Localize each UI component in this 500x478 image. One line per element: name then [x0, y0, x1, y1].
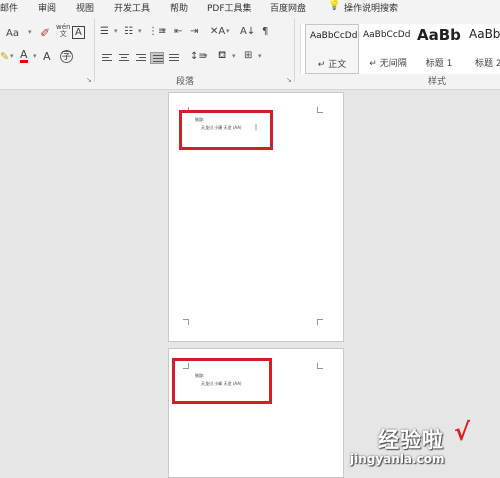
chevron-down-icon[interactable]: ▾ — [162, 27, 166, 35]
paragraph-group-label: 段落 — [176, 77, 195, 87]
borders-icon[interactable]: ⊞ — [244, 50, 252, 61]
style-preview: AaBbCcDd — [310, 31, 358, 41]
style-name: ↵ 无间隔 — [369, 59, 407, 69]
style-name: 标题 2 — [475, 59, 500, 69]
margin-corner — [317, 107, 323, 113]
checkmark-icon: √ — [454, 418, 471, 446]
chevron-down-icon[interactable]: ▾ — [114, 27, 118, 35]
chevron-down-icon[interactable]: ▾ — [33, 52, 37, 60]
shading-bucket-icon[interactable]: ⛾ — [218, 50, 226, 63]
style-heading-1[interactable]: AaBb 标题 1 — [417, 24, 461, 74]
highlight-box — [179, 110, 273, 150]
menu-bar: 邮件 审阅 视图 开发工具 帮助 PDF工具集 百度网盘 💡 操作说明搜索 — [0, 0, 500, 14]
highlight-pen-icon[interactable]: ✎ — [0, 50, 9, 63]
chinese-layout-icon[interactable]: ✕A — [210, 26, 225, 37]
char-border-button[interactable]: A — [72, 26, 85, 39]
chevron-down-icon[interactable]: ▾ — [28, 28, 32, 36]
style-preview: AaBbCcDd — [363, 30, 411, 40]
menu-pdf-tools[interactable]: PDF工具集 — [207, 1, 252, 14]
style-heading-2[interactable]: AaBbC 标题 2 — [465, 24, 500, 74]
show-marks-icon[interactable]: ¶ — [262, 26, 268, 37]
chevron-down-icon[interactable]: ▾ — [232, 52, 236, 60]
char-shading-icon[interactable]: A — [43, 50, 51, 63]
menu-review[interactable]: 审阅 — [38, 1, 56, 14]
chevron-down-icon[interactable]: ▾ — [138, 27, 142, 35]
style-name: 标题 1 — [425, 59, 453, 69]
margin-corner — [317, 363, 323, 369]
style-normal[interactable]: AaBbCcDd ↵ 正文 — [305, 24, 359, 74]
align-center-button[interactable] — [117, 52, 131, 64]
phonetic-guide-button[interactable]: wén 文 — [56, 24, 70, 38]
style-preview: AaBbC — [469, 27, 500, 41]
menu-view[interactable]: 视图 — [76, 1, 94, 14]
font-color-button[interactable]: A — [20, 49, 28, 63]
chevron-down-icon[interactable]: ▾ — [258, 52, 262, 60]
font-dialog-launcher-icon[interactable]: ↘ — [86, 76, 92, 84]
align-right-button[interactable] — [134, 52, 148, 64]
enclose-char-icon[interactable]: 字 — [60, 50, 73, 63]
style-no-spacing[interactable]: AaBbCcDd ↵ 无间隔 — [361, 24, 415, 74]
distributed-align-button[interactable] — [167, 52, 181, 64]
paragraph-dialog-launcher-icon[interactable]: ↘ — [286, 76, 292, 84]
watermark-text: 经验啦 — [378, 428, 444, 452]
divider — [294, 18, 295, 82]
style-name: ↵ 正文 — [317, 60, 347, 70]
margin-corner — [317, 319, 323, 325]
lightbulb-icon: 💡 — [328, 0, 341, 11]
highlight-box — [172, 358, 272, 404]
style-preview: AaBb — [417, 26, 461, 44]
numbering-icon[interactable]: ☷ — [124, 26, 133, 37]
align-left-button[interactable] — [100, 52, 114, 64]
sort-icon[interactable]: A↓ — [240, 26, 255, 37]
chevron-down-icon[interactable]: ▾ — [10, 52, 14, 60]
decrease-indent-icon[interactable]: ⇤ — [174, 26, 182, 37]
menu-help[interactable]: 帮助 — [170, 1, 188, 14]
menu-baidu-netdisk[interactable]: 百度网盘 — [270, 1, 306, 14]
bullets-icon[interactable]: ☰ — [100, 26, 109, 37]
menu-developer[interactable]: 开发工具 — [114, 1, 150, 14]
increase-indent-icon[interactable]: ⇥ — [190, 26, 198, 37]
chevron-down-icon[interactable]: ▾ — [226, 27, 230, 35]
menu-mailings[interactable]: 邮件 — [0, 1, 18, 14]
tell-me-search[interactable]: 操作说明搜索 — [344, 1, 398, 14]
margin-corner — [183, 319, 189, 325]
change-case-button[interactable]: Aa — [6, 28, 19, 39]
justify-button[interactable] — [150, 52, 164, 64]
divider — [94, 18, 95, 82]
styles-group-label: 样式 — [428, 77, 447, 87]
clear-format-icon[interactable]: ✐ — [40, 26, 50, 40]
chevron-down-icon[interactable]: ▾ — [204, 52, 208, 60]
ribbon: Aa ▾ ✐ wén 文 A ✎ ▾ A ▾ A 字 ↘ ☰ ▾ ☷ ▾ ⋮≡ ▾… — [0, 14, 500, 90]
styles-gallery: AaBbCcDd ↵ 正文 AaBbCcDd ↵ 无间隔 AaBb 标题 1 A… — [300, 24, 500, 74]
watermark-url: jingyanla.com — [350, 452, 445, 466]
